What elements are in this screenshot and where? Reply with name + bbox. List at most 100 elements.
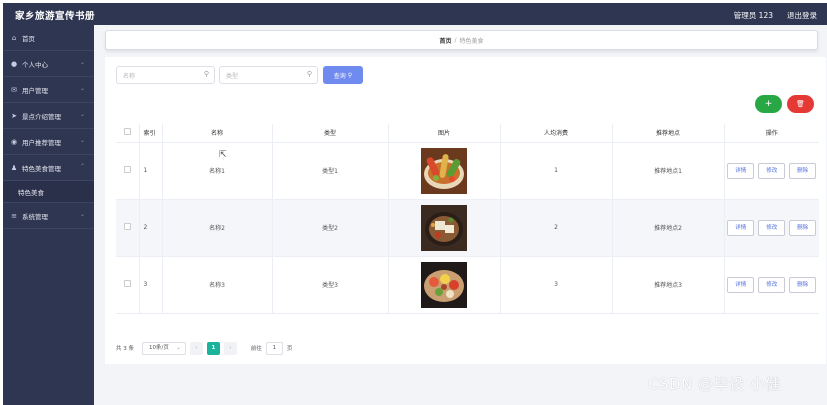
sidebar-item-label: 用户推荐管理	[22, 138, 61, 147]
header-location: 推荐地点	[612, 124, 725, 143]
main-content: 首页 / 特色美食 名称 ⚲ 类型 ⚲ 查询 ⚲ + 🗑 索引 名称 类型 图片…	[94, 25, 827, 405]
chevron-down-icon: ⌄	[79, 211, 85, 218]
cell-price: 1	[500, 142, 613, 200]
edit-button[interactable]: 修改	[758, 219, 786, 236]
current-user[interactable]: 管理员 123	[734, 10, 773, 21]
row-checkbox[interactable]	[123, 280, 131, 287]
select-all-cell[interactable]	[116, 124, 140, 143]
add-button[interactable]: +	[755, 95, 782, 113]
detail-button[interactable]: 详情	[727, 276, 755, 293]
cell-index: 2	[139, 199, 163, 257]
breadcrumb-separator: /	[454, 36, 457, 44]
person-icon: ♟	[10, 163, 18, 172]
header-type: 类型	[272, 124, 389, 143]
user-icon: ●	[10, 59, 18, 68]
mouse-cursor-icon: ⇱	[219, 150, 227, 160]
chevron-down-icon: ⌄	[79, 137, 85, 144]
breadcrumb-home[interactable]: 首页	[439, 36, 451, 45]
home-icon: ⌂	[11, 33, 17, 42]
cell-name: 名称2	[162, 199, 273, 257]
plus-icon: +	[764, 99, 773, 109]
next-page-button[interactable]: ›	[223, 341, 237, 355]
sidebar: ⌂ 首页 ● 个人中心 ⌄ ✉ 用户管理 ⌄ ➤ 景点介绍管理 ⌄ ◉ 用户推荐…	[3, 25, 94, 405]
sidebar-item-attractions[interactable]: ➤ 景点介绍管理 ⌄	[3, 103, 94, 129]
prev-page-button[interactable]: ‹	[189, 341, 203, 355]
delete-button[interactable]: 删除	[789, 162, 817, 179]
cell-type: 类型3	[272, 256, 389, 314]
sidebar-item-users[interactable]: ✉ 用户管理 ⌄	[3, 77, 94, 103]
app-title: 家乡旅游宣传书册	[15, 11, 96, 22]
sidebar-subitem-label: 特色美食	[18, 188, 44, 197]
cell-location: 推荐地点1	[612, 142, 725, 200]
sidebar-item-label: 景点介绍管理	[22, 112, 61, 121]
search-icon: ⚲	[347, 71, 353, 79]
chevron-down-icon: ⌄	[176, 344, 181, 351]
search-icon: ⚲	[306, 70, 312, 78]
goto-page-suffix: 页	[286, 346, 293, 352]
sidebar-item-home[interactable]: ⌂ 首页	[3, 25, 94, 51]
row-checkbox[interactable]	[123, 166, 131, 173]
batch-delete-button[interactable]: 🗑	[787, 95, 814, 113]
goto-label: 前往	[250, 346, 262, 352]
breadcrumb: 首页 / 特色美食	[105, 30, 818, 50]
goto-page-input[interactable]: 1	[265, 341, 283, 355]
table-header-row: 索引 名称 类型 图片 人均消费 推荐地点 操作	[116, 124, 819, 143]
cell-index: 1	[139, 142, 163, 200]
row-checkbox[interactable]	[123, 223, 131, 230]
page-number-current[interactable]: 1	[206, 341, 220, 355]
query-button-label: 查询	[333, 72, 346, 80]
delete-button[interactable]: 删除	[789, 276, 817, 293]
food-image	[421, 204, 467, 251]
top-bar: 家乡旅游宣传书册 管理员 123 退出登录	[3, 3, 827, 25]
cell-name: 名称1	[162, 142, 273, 200]
delete-button[interactable]: 删除	[789, 219, 817, 236]
cell-location: 推荐地点3	[612, 256, 725, 314]
cell-type: 类型1	[272, 142, 389, 200]
sidebar-subitem-food[interactable]: 特色美食	[3, 181, 94, 203]
query-button[interactable]: 查询 ⚲	[323, 66, 363, 84]
sidebar-item-profile[interactable]: ● 个人中心 ⌄	[3, 51, 94, 77]
sidebar-item-recommendations[interactable]: ◉ 用户推荐管理 ⌄	[3, 129, 94, 155]
food-list-panel: 名称 ⚲ 类型 ⚲ 查询 ⚲ + 🗑 索引 名称 类型 图片 人均消费 推荐地点…	[105, 57, 826, 364]
edit-button[interactable]: 修改	[758, 276, 786, 293]
sidebar-item-label: 系统管理	[22, 212, 48, 221]
chevron-down-icon: ⌄	[79, 85, 85, 92]
sidebar-item-food[interactable]: ♟ 特色美食管理 ⌃	[3, 155, 94, 181]
select-all-checkbox[interactable]	[123, 128, 131, 136]
cell-type: 类型2	[272, 199, 389, 257]
detail-button[interactable]: 详情	[727, 162, 755, 179]
sidebar-item-label: 个人中心	[22, 60, 48, 69]
trash-icon: 🗑	[796, 100, 805, 108]
pin-icon: ◉	[10, 137, 18, 146]
name-search-input[interactable]: 名称 ⚲	[116, 66, 215, 84]
food-image	[421, 261, 467, 308]
sidebar-item-label: 用户管理	[22, 86, 48, 95]
sidebar-item-label: 首页	[22, 34, 35, 43]
sidebar-item-system[interactable]: ≡ 系统管理 ⌄	[3, 203, 94, 229]
edit-button[interactable]: 修改	[758, 162, 786, 179]
chevron-down-icon: ⌄	[79, 111, 85, 118]
pagination-total: 共 3 条	[116, 346, 134, 352]
detail-button[interactable]: 详情	[727, 219, 755, 236]
cell-location: 推荐地点2	[612, 199, 725, 257]
cell-price: 2	[500, 199, 613, 257]
cell-index: 3	[139, 256, 163, 314]
name-search-placeholder: 名称	[123, 72, 136, 80]
page-size-select[interactable]: 10条/页 ⌄	[142, 341, 186, 355]
send-icon: ➤	[11, 111, 17, 120]
type-search-input[interactable]: 类型 ⚲	[219, 66, 318, 84]
logout-button[interactable]: 退出登录	[787, 10, 817, 21]
menu-icon: ≡	[11, 211, 17, 220]
chevron-down-icon: ⌄	[79, 59, 85, 66]
page-size-value: 10条/页	[149, 344, 169, 351]
food-image	[421, 147, 467, 194]
header-name: 名称	[162, 124, 273, 143]
type-search-placeholder: 类型	[226, 72, 239, 80]
pagination: 共 3 条 10条/页 ⌄ ‹ 1 › 前往 1 页	[116, 341, 292, 355]
table-row: 2 名称2 类型2 2 推荐地点2 详情 修改 删除	[116, 199, 819, 257]
table-row: 3 名称3 类型3 3 推荐地点3 详情 修改 删除	[116, 256, 819, 314]
header-actions: 操作	[724, 124, 819, 143]
sidebar-item-label: 特色美食管理	[22, 164, 61, 173]
header-index: 索引	[139, 124, 163, 143]
mail-icon: ✉	[11, 85, 17, 94]
